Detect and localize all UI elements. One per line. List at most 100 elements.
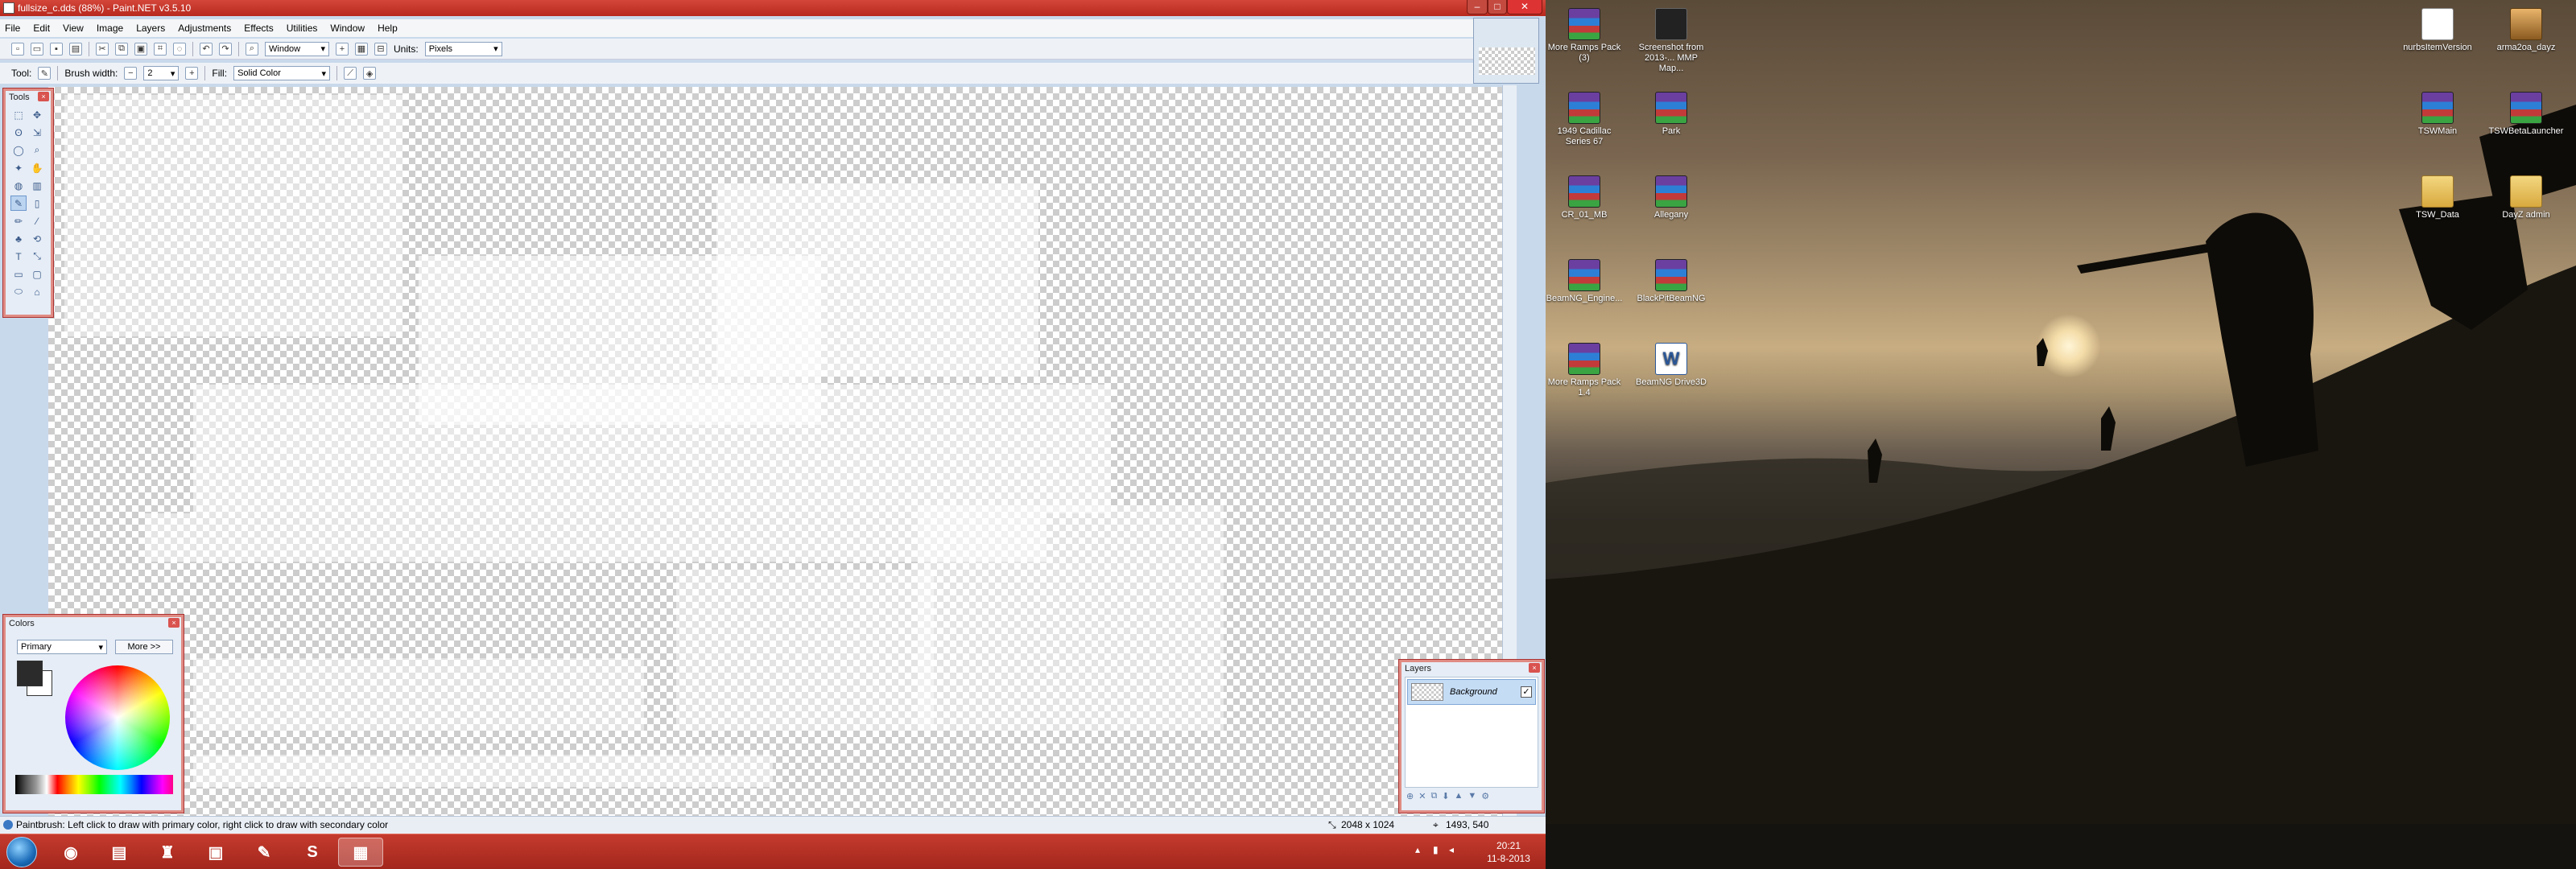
minimize-button[interactable]: – [1467, 0, 1488, 14]
merge-layer-icon[interactable]: ⬇ [1442, 791, 1449, 801]
image-thumbnail-tab[interactable] [1473, 18, 1539, 84]
rect-select-tool-icon[interactable]: ⬚ [10, 107, 27, 122]
desktop-icon[interactable]: TSW_Data [2399, 175, 2476, 220]
increase-icon[interactable]: + [185, 67, 199, 80]
network-icon[interactable]: ▮ [1433, 844, 1439, 855]
blend-mode-icon[interactable]: ◈ [363, 67, 377, 80]
desktop-icon[interactable]: Park [1633, 92, 1710, 137]
layer-row[interactable]: Background ✓ [1407, 679, 1536, 705]
clock[interactable]: 20:21 11-8-2013 [1478, 839, 1539, 865]
delete-layer-icon[interactable]: ✕ [1418, 791, 1426, 801]
ellipse-select-tool-icon[interactable]: ◯ [10, 142, 27, 158]
menu-help[interactable]: Help [378, 23, 398, 34]
undo-icon[interactable]: ↶ [200, 42, 213, 56]
clone-stamp-tool-icon[interactable]: ♣ [10, 231, 27, 246]
grid-icon[interactable]: ▦ [355, 42, 368, 56]
color-picker-tool-icon[interactable]: ⁄ [29, 213, 45, 229]
decrease-icon[interactable]: − [124, 67, 138, 80]
antialiasing-icon[interactable]: ⟋ [344, 67, 357, 80]
redo-icon[interactable]: ↷ [219, 42, 232, 56]
primary-color-swatch[interactable] [17, 661, 43, 686]
desktop-icon[interactable]: arma2oa_dayz [2487, 8, 2565, 53]
ruler-icon[interactable]: ⊟ [374, 42, 387, 56]
zoom-select[interactable]: Window ▾ [265, 41, 329, 56]
print-icon[interactable]: ▤ [69, 42, 82, 56]
desktop-icon[interactable]: Screenshot from 2013-... MMP Map... [1633, 8, 1710, 74]
text-tool-icon[interactable]: T [10, 249, 27, 264]
eraser-tool-icon[interactable]: ▯ [29, 196, 45, 211]
move-tool-icon[interactable]: ✥ [29, 107, 45, 122]
menu-adjustments[interactable]: Adjustments [178, 23, 231, 34]
explorer-taskbar-icon[interactable]: ▤ [97, 838, 142, 867]
paste-icon[interactable]: ▣ [134, 42, 147, 56]
lasso-tool-icon[interactable]: ʘ [10, 125, 27, 140]
desktop-icon[interactable]: BeamNG_Engine... [1546, 259, 1623, 304]
zoom-tool-icon[interactable]: ⌕ [29, 142, 45, 158]
layer-properties-icon[interactable]: ⚙ [1481, 791, 1489, 801]
close-icon[interactable]: × [38, 92, 49, 101]
desktop-icon[interactable]: TSWMain [2399, 92, 2476, 137]
desktop-icon[interactable]: W BeamNG Drive3D [1633, 343, 1710, 388]
move-selection-tool-icon[interactable]: ⇲ [29, 125, 45, 140]
line-tool-icon[interactable]: ⤡ [29, 249, 45, 264]
recolor-tool-icon[interactable]: ⟲ [29, 231, 45, 246]
menu-image[interactable]: Image [97, 23, 123, 34]
units-select[interactable]: Pixels ▾ [424, 41, 502, 56]
layer-visibility-checkbox[interactable]: ✓ [1521, 686, 1532, 698]
paintbrush-icon[interactable]: ✎ [38, 67, 52, 80]
close-icon[interactable]: × [168, 618, 180, 628]
duplicate-layer-icon[interactable]: ⧉ [1430, 791, 1437, 801]
bucket-tool-icon[interactable]: ◍ [10, 178, 27, 193]
zoom-in-icon[interactable]: + [336, 42, 349, 56]
desktop-icon[interactable]: DayZ admin [2487, 175, 2565, 220]
magic-wand-tool-icon[interactable]: ✦ [10, 160, 27, 175]
deselect-icon[interactable]: ◌ [173, 42, 186, 56]
desktop-icon[interactable]: nurbsItemVersion [2399, 8, 2476, 53]
menu-window[interactable]: Window [330, 23, 365, 34]
move-layer-down-icon[interactable]: ▼ [1468, 791, 1476, 801]
network-taskbar-icon[interactable]: ▣ [193, 838, 238, 867]
ellipse-tool-icon[interactable]: ⬭ [10, 284, 27, 299]
maximize-button[interactable]: □ [1488, 0, 1507, 14]
desktop-icon[interactable]: CR_01_MB [1546, 175, 1623, 220]
cut-icon[interactable]: ✂ [96, 42, 109, 56]
menu-layers[interactable]: Layers [136, 23, 165, 34]
paintnet-taskbar-icon[interactable]: ▦ [338, 838, 383, 867]
start-button[interactable] [6, 837, 37, 867]
skype-taskbar-icon[interactable]: S [290, 838, 335, 867]
rectangle-tool-icon[interactable]: ▭ [10, 266, 27, 282]
rounded-rect-tool-icon[interactable]: ▢ [29, 266, 45, 282]
title-bar[interactable]: fullsize_c.dds (88%) - Paint.NET v3.5.10 [0, 0, 1546, 16]
menu-edit[interactable]: Edit [33, 23, 50, 34]
desktop-icon[interactable]: More Ramps Pack (3) [1546, 8, 1623, 64]
add-layer-icon[interactable]: ⊕ [1406, 791, 1414, 801]
color-wheel[interactable] [65, 665, 170, 770]
pencil-tool-icon[interactable]: ✏ [10, 213, 27, 229]
app-taskbar-icon[interactable]: ♜ [145, 838, 190, 867]
crop-icon[interactable]: ⌗ [154, 42, 167, 56]
copy-icon[interactable]: ⧉ [115, 42, 128, 56]
desktop-icon[interactable]: 1949 Cadillac Series 67 [1546, 92, 1623, 147]
tool-taskbar-icon[interactable]: ✎ [242, 838, 287, 867]
desktop-icon[interactable]: BlackPitBeamNG [1633, 259, 1710, 304]
open-icon[interactable]: ▭ [31, 42, 43, 56]
brush-width-select[interactable]: 2 ▾ [143, 66, 180, 80]
tray-overflow-icon[interactable]: ▴ [1415, 844, 1420, 855]
freeform-tool-icon[interactable]: ⌂ [29, 284, 45, 299]
volume-icon[interactable]: ◂ [1449, 844, 1454, 855]
fill-select[interactable]: Solid Color ▾ [233, 66, 331, 80]
menu-effects[interactable]: Effects [244, 23, 273, 34]
close-button[interactable]: ✕ [1507, 0, 1542, 14]
menu-utilities[interactable]: Utilities [287, 23, 318, 34]
color-mode-select[interactable]: Primary ▾ [17, 640, 107, 654]
color-swatch-strip[interactable] [15, 775, 173, 794]
desktop-icon[interactable]: TSWBetaLauncher [2487, 92, 2565, 137]
image-canvas[interactable] [48, 87, 1502, 816]
gradient-tool-icon[interactable]: ▥ [29, 178, 45, 193]
desktop-icon[interactable]: More Ramps Pack 1.4 [1546, 343, 1623, 398]
move-layer-up-icon[interactable]: ▲ [1455, 791, 1463, 801]
save-icon[interactable]: ▪ [50, 42, 63, 56]
menu-view[interactable]: View [63, 23, 84, 34]
desktop-icon[interactable]: Allegany [1633, 175, 1710, 220]
pan-tool-icon[interactable]: ✋ [29, 160, 45, 175]
